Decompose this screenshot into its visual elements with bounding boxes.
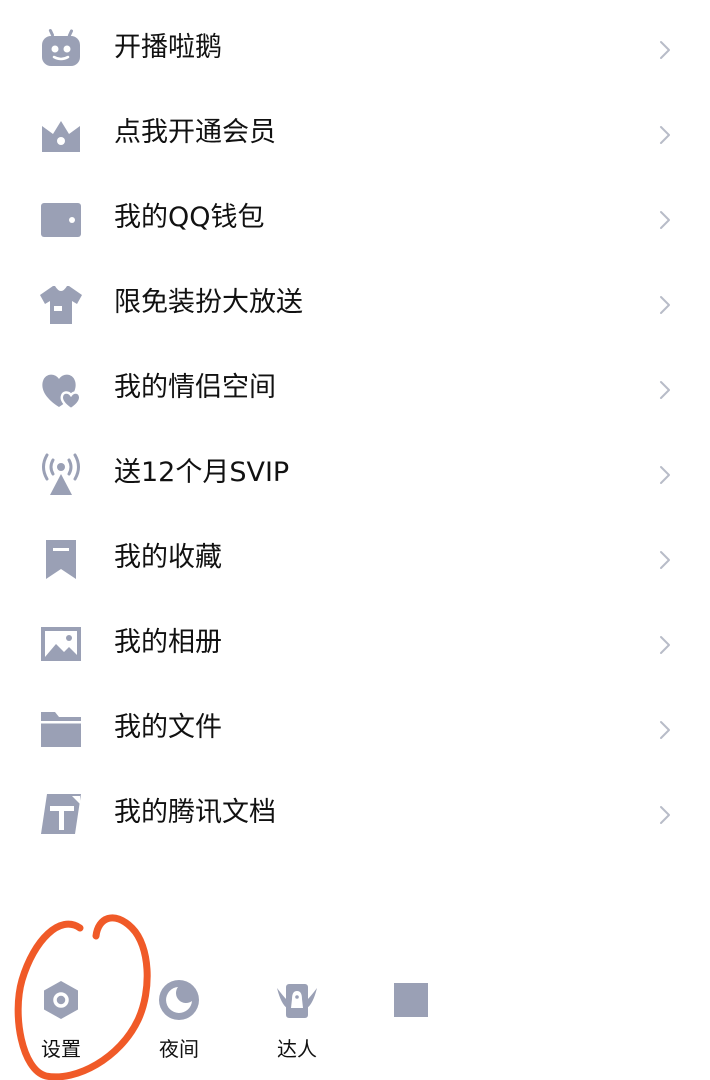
- hearts-icon: [39, 367, 83, 411]
- folder-icon: [39, 707, 83, 751]
- menu-item-label: 我的相册: [114, 627, 222, 658]
- menu-item-label: 点我开通会员: [114, 117, 276, 148]
- menu-item-label: 开播啦鹅: [114, 32, 222, 63]
- wallet-icon: [39, 197, 83, 241]
- moon-icon: [157, 978, 201, 1022]
- menu-item-couple-space[interactable]: 我的情侣空间: [0, 345, 710, 430]
- chevron-right-icon: [656, 463, 674, 487]
- talent-button[interactable]: 达人: [252, 970, 342, 1070]
- menu-item-label: 送12个月SVIP: [114, 457, 290, 488]
- menu-item-tencent-docs[interactable]: 我的腾讯文档: [0, 770, 710, 855]
- menu-item-label: 我的文件: [114, 712, 222, 743]
- menu-item-wallet[interactable]: 我的QQ钱包: [0, 175, 710, 260]
- night-mode-label: 夜间: [159, 1037, 199, 1061]
- menu-item-favorites[interactable]: 我的收藏: [0, 515, 710, 600]
- menu-item-label: 我的QQ钱包: [114, 202, 265, 233]
- night-mode-button[interactable]: 夜间: [134, 970, 224, 1070]
- bottom-toolbar: 设置 夜间 达人: [0, 970, 710, 1080]
- chevron-right-icon: [656, 123, 674, 147]
- square-icon: [389, 978, 433, 1022]
- menu-item-label: 限免装扮大放送: [114, 287, 303, 318]
- chevron-right-icon: [656, 293, 674, 317]
- settings-label: 设置: [41, 1037, 81, 1061]
- chevron-right-icon: [656, 633, 674, 657]
- chevron-right-icon: [656, 38, 674, 62]
- chevron-right-icon: [656, 803, 674, 827]
- docs-icon: [39, 792, 83, 836]
- crown-icon: [39, 112, 83, 156]
- menu-item-live[interactable]: 开播啦鹅: [0, 5, 710, 90]
- chevron-right-icon: [656, 208, 674, 232]
- chevron-right-icon: [656, 548, 674, 572]
- tv-robot-icon: [39, 27, 83, 71]
- menu-list: 开播啦鹅 点我开通会员 我的QQ钱包 限免装扮大放送 我的情侣空间 送12个月S…: [0, 5, 710, 855]
- broadcast-icon: [39, 452, 83, 496]
- bookmark-icon: [39, 537, 83, 581]
- chevron-right-icon: [656, 378, 674, 402]
- extra-square-button[interactable]: [366, 970, 456, 1070]
- talent-label: 达人: [277, 1037, 317, 1061]
- menu-item-label: 我的情侣空间: [114, 372, 276, 403]
- winged-penguin-icon: [275, 978, 319, 1022]
- settings-button[interactable]: 设置: [16, 970, 106, 1070]
- menu-item-album[interactable]: 我的相册: [0, 600, 710, 685]
- photo-icon: [39, 622, 83, 666]
- chevron-right-icon: [656, 718, 674, 742]
- side-menu-page: 开播啦鹅 点我开通会员 我的QQ钱包 限免装扮大放送 我的情侣空间 送12个月S…: [0, 0, 710, 1080]
- shirt-icon: [39, 282, 83, 326]
- menu-item-files[interactable]: 我的文件: [0, 685, 710, 770]
- menu-item-label: 我的腾讯文档: [114, 797, 276, 828]
- menu-item-dressup[interactable]: 限免装扮大放送: [0, 260, 710, 345]
- menu-item-label: 我的收藏: [114, 542, 222, 573]
- menu-item-svip-gift[interactable]: 送12个月SVIP: [0, 430, 710, 515]
- settings-hexagon-icon: [39, 978, 83, 1022]
- menu-item-vip[interactable]: 点我开通会员: [0, 90, 710, 175]
